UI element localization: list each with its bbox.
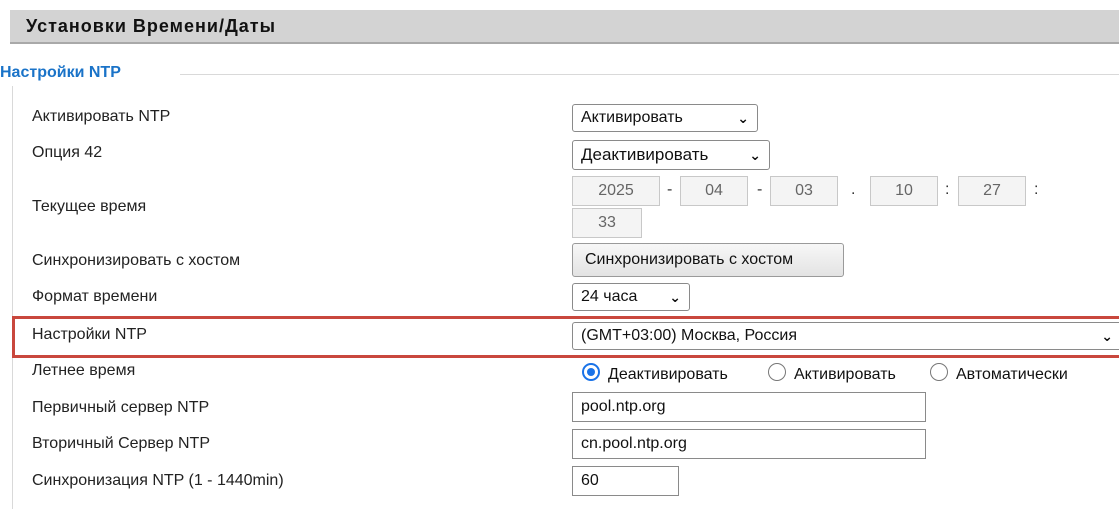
chevron-down-icon: ⌄ (737, 110, 749, 126)
date-time-separator: . (851, 181, 856, 198)
timezone-select[interactable]: (GMT+03:00) Москва, Россия ⌄ (572, 322, 1119, 350)
dst-option-auto: Автоматически (956, 366, 1068, 383)
secondary-ntp-label: Вторичный Сервер NTP (32, 435, 210, 452)
sync-host-button[interactable]: Синхронизировать с хостом (572, 243, 844, 277)
current-time-label: Текущее время (32, 198, 147, 215)
primary-ntp-label: Первичный сервер NTP (32, 399, 210, 416)
time-format-select[interactable]: 24 часа ⌄ (572, 283, 690, 311)
month-field[interactable]: 04 (680, 176, 748, 206)
dst-radio-disable[interactable] (582, 363, 600, 381)
sync-host-label: Синхронизировать с хостом (32, 252, 241, 269)
primary-ntp-input[interactable]: pool.ntp.org (572, 392, 926, 422)
time-format-value: 24 часа (581, 288, 638, 305)
dst-option-disable: Деактивировать (608, 366, 728, 383)
secondary-ntp-input[interactable]: cn.pool.ntp.org (572, 429, 926, 459)
year-field[interactable]: 2025 (572, 176, 660, 206)
page-title: Установки Времени/Даты (26, 16, 276, 36)
option42-select[interactable]: Деактивировать ⌄ (572, 140, 770, 170)
dst-radio-auto[interactable] (930, 363, 948, 381)
date-separator: - (667, 181, 673, 198)
option42-label: Опция 42 (32, 144, 103, 161)
time-separator: : (1034, 181, 1039, 198)
dst-label: Летнее время (32, 362, 136, 379)
dst-option-enable: Активировать (794, 366, 896, 383)
fieldset-border (12, 86, 13, 509)
dst-radio-enable[interactable] (768, 363, 786, 381)
hour-field[interactable]: 10 (870, 176, 938, 206)
chevron-down-icon: ⌄ (669, 289, 681, 305)
enable-ntp-value: Активировать (581, 109, 683, 126)
timezone-label: Настройки NTP (32, 326, 147, 343)
option42-value: Деактивировать (581, 145, 709, 164)
sync-interval-label: Синхронизация NTP (1 - 1440min) (32, 472, 284, 489)
date-separator: - (757, 181, 763, 198)
legend-divider (180, 74, 1119, 75)
time-format-label: Формат времени (32, 288, 158, 305)
time-separator: : (945, 181, 950, 198)
page-header: Установки Времени/Даты (10, 10, 1119, 44)
sync-interval-input[interactable]: 60 (572, 466, 679, 496)
chevron-down-icon: ⌄ (1101, 328, 1113, 344)
enable-ntp-label: Активировать NTP (32, 108, 171, 125)
day-field[interactable]: 03 (770, 176, 838, 206)
enable-ntp-select[interactable]: Активировать ⌄ (572, 104, 758, 132)
timezone-value: (GMT+03:00) Москва, Россия (581, 327, 798, 344)
minute-field[interactable]: 27 (958, 176, 1026, 206)
section-legend: Настройки NTP (0, 64, 121, 81)
chevron-down-icon: ⌄ (749, 147, 761, 163)
second-field[interactable]: 33 (572, 208, 642, 238)
